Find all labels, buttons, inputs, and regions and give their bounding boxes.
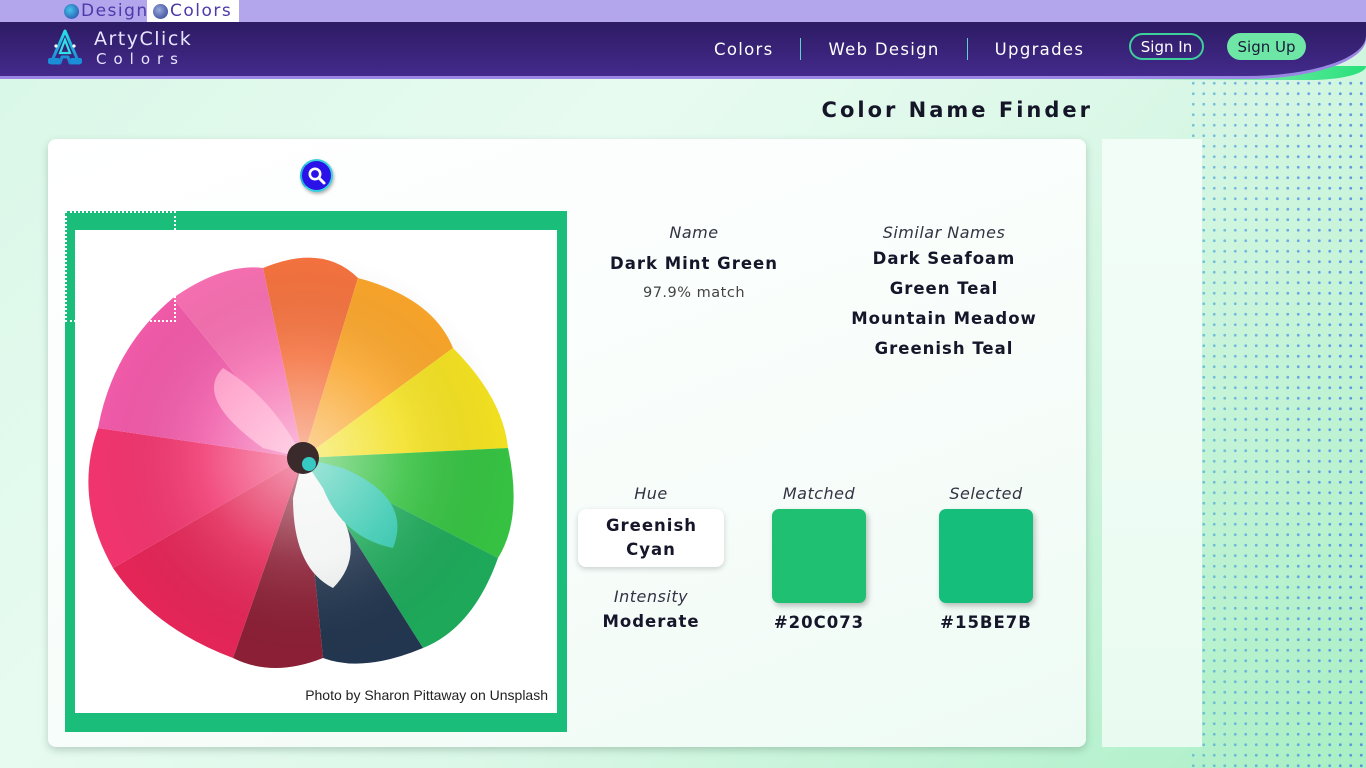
selected-color-section: Selected #15BE7B [926,484,1046,632]
artyclick-design-logo-icon [64,3,79,19]
matched-label: Matched [782,484,856,503]
similar-names-label: Similar Names [882,223,1006,242]
site-switcher-bar: Design Colors [0,0,1366,22]
brand-subtitle: Colors [96,49,185,68]
nav-link-web-design[interactable]: Web Design [801,40,966,59]
brand-name: ArtyClick [94,27,193,50]
intensity-value: Moderate [602,612,700,631]
sign-in-button[interactable]: Sign In [1129,33,1204,60]
color-finder-card: Photo by Sharon Pittaway on Unsplash Nam… [48,139,1086,747]
matched-color-swatch[interactable] [772,509,866,603]
hue-section: Hue Greenish Cyan Intensity Moderate [578,484,724,631]
artyclick-colors-logo-icon [153,3,168,19]
similar-name-item[interactable]: Green Teal [838,278,1050,300]
similar-name-item[interactable]: Dark Seafoam [838,248,1050,270]
page-title: Color Name Finder [821,98,1093,122]
magnifier-icon [308,167,325,184]
side-panel [1102,139,1202,747]
brand-home-link[interactable]: ArtyClick Colors [48,29,192,67]
main-navbar: ArtyClick Colors Colors Web Design Upgra… [0,22,1366,80]
similar-name-item[interactable]: Greenish Teal [838,338,1050,360]
dot-pattern-decoration [1188,78,1366,768]
similar-name-item[interactable]: Mountain Meadow [838,308,1050,330]
photo-frame[interactable]: Photo by Sharon Pittaway on Unsplash [65,211,567,732]
site-tab-colors-label: Colors [170,1,233,21]
intensity-label: Intensity [613,587,689,606]
sign-up-button[interactable]: Sign Up [1227,33,1306,60]
hue-value: Greenish Cyan [606,516,698,559]
site-tab-design-label: Design [81,1,149,21]
nav-link-upgrades[interactable]: Upgrades [968,40,1112,59]
hue-label: Hue [634,484,668,503]
similar-names-section: Similar Names Dark Seafoam Green Teal Mo… [838,223,1050,360]
color-picker-selection[interactable] [65,211,176,322]
photo-credit: Photo by Sharon Pittaway on Unsplash [305,687,548,703]
artyclick-logo-icon [48,29,82,65]
zoom-search-button[interactable] [300,159,333,192]
name-label: Name [669,223,719,242]
hue-value-box: Greenish Cyan [578,509,724,567]
color-name-section: Name Dark Mint Green 97.9% match [608,223,780,301]
matched-color-section: Matched #20C073 [759,484,879,632]
nav-links: Colors Web Design Upgrades [696,22,1111,76]
selected-label: Selected [949,484,1023,503]
selected-color-swatch[interactable] [939,509,1033,603]
selected-hex-value[interactable]: #15BE7B [926,613,1046,632]
nav-link-colors[interactable]: Colors [696,40,800,59]
site-tab-colors[interactable]: Colors [147,0,239,22]
matched-hex-value[interactable]: #20C073 [759,613,879,632]
color-name-value: Dark Mint Green [610,254,778,273]
site-tab-design[interactable]: Design [58,0,155,22]
match-percentage: 97.9% match [642,285,746,301]
